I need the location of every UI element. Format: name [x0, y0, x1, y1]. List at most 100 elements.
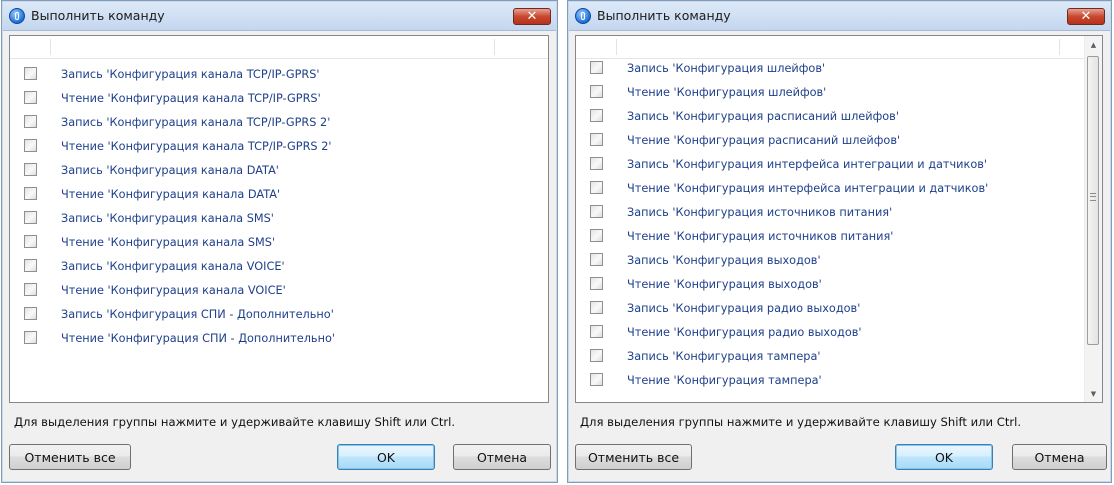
command-label: Чтение 'Конфигурация СПИ - Дополнительно… [61, 332, 335, 345]
command-label: Запись 'Конфигурация канала DATA' [61, 164, 279, 177]
row-checkbox[interactable] [24, 283, 37, 296]
command-label: Чтение 'Конфигурация канала SMS' [61, 236, 276, 249]
cancel-all-button[interactable]: Отменить все [9, 444, 131, 470]
command-label: Чтение 'Конфигурация выходов' [627, 278, 822, 291]
list-item[interactable]: Запись 'Конфигурация источников питания' [576, 201, 1102, 225]
list-header [576, 36, 1102, 59]
list-item[interactable]: Чтение 'Конфигурация СПИ - Дополнительно… [10, 327, 548, 351]
row-checkbox[interactable] [24, 163, 37, 176]
row-checkbox[interactable] [24, 91, 37, 104]
header-separator[interactable] [50, 39, 51, 55]
command-dialog-left: Выполнить команду ✕ Запись 'Конфигурация… [1, 0, 558, 483]
command-label: Чтение 'Конфигурация шлейфов' [627, 86, 827, 99]
list-item[interactable]: Чтение 'Конфигурация шлейфов' [576, 81, 1102, 105]
row-checkbox[interactable] [24, 67, 37, 80]
row-checkbox[interactable] [590, 133, 603, 146]
row-checkbox[interactable] [590, 181, 603, 194]
command-label: Чтение 'Конфигурация канала TCP/IP-GPRS … [61, 140, 332, 153]
command-label: Запись 'Конфигурация тампера' [627, 350, 821, 363]
row-checkbox[interactable] [24, 115, 37, 128]
dialog-title: Выполнить команду [597, 8, 731, 23]
list-item[interactable]: Чтение 'Конфигурация канала TCP/IP-GPRS' [10, 87, 548, 111]
list-item[interactable]: Запись 'Конфигурация выходов' [576, 249, 1102, 273]
list-item[interactable]: Чтение 'Конфигурация канала SMS' [10, 231, 548, 255]
command-label: Запись 'Конфигурация интерфейса интеграц… [627, 158, 988, 171]
header-separator[interactable] [494, 39, 495, 55]
scroll-up-icon[interactable]: ▲ [1085, 36, 1102, 53]
list-item[interactable]: Чтение 'Конфигурация канала DATA' [10, 183, 548, 207]
scroll-thumb[interactable] [1087, 56, 1099, 345]
command-label: Запись 'Конфигурация шлейфов' [627, 62, 826, 75]
row-checkbox[interactable] [590, 109, 603, 122]
title-bar[interactable]: Выполнить команду ✕ [569, 2, 1110, 31]
command-list[interactable]: Запись 'Конфигурация шлейфов' Чтение 'Кон… [575, 35, 1103, 403]
row-checkbox[interactable] [590, 349, 603, 362]
row-checkbox[interactable] [24, 331, 37, 344]
close-button[interactable]: ✕ [513, 8, 551, 25]
selection-hint: Для выделения группы нажмите и удерживай… [14, 415, 456, 429]
row-checkbox[interactable] [590, 61, 603, 74]
row-checkbox[interactable] [24, 187, 37, 200]
list-item[interactable]: Чтение 'Конфигурация выходов' [576, 273, 1102, 297]
row-checkbox[interactable] [24, 235, 37, 248]
row-checkbox[interactable] [590, 301, 603, 314]
row-checkbox[interactable] [24, 139, 37, 152]
list-item[interactable]: Запись 'Конфигурация тампера' [576, 345, 1102, 369]
row-checkbox[interactable] [24, 307, 37, 320]
command-label: Чтение 'Конфигурация расписаний шлейфов' [627, 134, 901, 147]
cancel-button[interactable]: Отмена [1012, 444, 1107, 470]
row-checkbox[interactable] [590, 157, 603, 170]
command-label: Чтение 'Конфигурация радио выходов' [627, 326, 862, 339]
list-item[interactable]: Чтение 'Конфигурация канала VOICE' [10, 279, 548, 303]
list-item[interactable]: Запись 'Конфигурация канала SMS' [10, 207, 548, 231]
list-item[interactable]: Чтение 'Конфигурация источников питания' [576, 225, 1102, 249]
list-item[interactable]: Чтение 'Конфигурация расписаний шлейфов' [576, 129, 1102, 153]
list-item[interactable]: Запись 'Конфигурация СПИ - Дополнительно… [10, 303, 548, 327]
command-dialog-right: Выполнить команду ✕ Запись 'Конфигурация… [567, 0, 1112, 483]
command-label: Чтение 'Конфигурация канала VOICE' [61, 284, 286, 297]
list-item[interactable]: Запись 'Конфигурация расписаний шлейфов' [576, 105, 1102, 129]
header-separator[interactable] [1059, 39, 1060, 55]
ok-button[interactable]: OK [895, 444, 993, 470]
list-item[interactable]: Запись 'Конфигурация шлейфов' [576, 57, 1102, 81]
list-item[interactable]: Запись 'Конфигурация канала TCP/IP-GPRS … [10, 111, 548, 135]
list-item[interactable]: Чтение 'Конфигурация канала TCP/IP-GPRS … [10, 135, 548, 159]
command-list[interactable]: Запись 'Конфигурация канала TCP/IP-GPRS'… [9, 35, 549, 403]
row-checkbox[interactable] [590, 373, 603, 386]
list-item[interactable]: Чтение 'Конфигурация радио выходов' [576, 321, 1102, 345]
app-icon [9, 8, 25, 24]
row-checkbox[interactable] [590, 253, 603, 266]
command-label: Чтение 'Конфигурация канала DATA' [61, 188, 281, 201]
row-checkbox[interactable] [590, 205, 603, 218]
command-label: Запись 'Конфигурация СПИ - Дополнительно… [61, 308, 334, 321]
row-checkbox[interactable] [24, 259, 37, 272]
list-item[interactable]: Запись 'Конфигурация канала VOICE' [10, 255, 548, 279]
row-checkbox[interactable] [590, 85, 603, 98]
close-button[interactable]: ✕ [1067, 8, 1105, 25]
row-checkbox[interactable] [590, 325, 603, 338]
list-item[interactable]: Запись 'Конфигурация канала TCP/IP-GPRS' [10, 63, 548, 87]
title-bar[interactable]: Выполнить команду ✕ [3, 2, 556, 31]
cancel-all-button[interactable]: Отменить все [575, 444, 692, 470]
app-icon [575, 8, 591, 24]
command-label: Запись 'Конфигурация радио выходов' [627, 302, 861, 315]
command-label: Чтение 'Конфигурация канала TCP/IP-GPRS' [61, 92, 321, 105]
list-item[interactable]: Запись 'Конфигурация канала DATA' [10, 159, 548, 183]
cancel-button[interactable]: Отмена [453, 444, 551, 470]
close-icon: ✕ [526, 9, 538, 24]
list-item[interactable]: Запись 'Конфигурация радио выходов' [576, 297, 1102, 321]
vertical-scrollbar[interactable]: ▲ ▼ [1084, 36, 1102, 402]
close-icon: ✕ [1080, 9, 1092, 24]
command-label: Запись 'Конфигурация источников питания' [627, 206, 893, 219]
list-header [10, 36, 548, 59]
row-checkbox[interactable] [24, 211, 37, 224]
header-separator[interactable] [616, 39, 617, 55]
dialog-title: Выполнить команду [31, 8, 165, 23]
list-item[interactable]: Запись 'Конфигурация интерфейса интеграц… [576, 153, 1102, 177]
list-item[interactable]: Чтение 'Конфигурация интерфейса интеграц… [576, 177, 1102, 201]
ok-button[interactable]: OK [337, 444, 435, 470]
row-checkbox[interactable] [590, 277, 603, 290]
scroll-down-icon[interactable]: ▼ [1085, 385, 1102, 402]
row-checkbox[interactable] [590, 229, 603, 242]
list-item[interactable]: Чтение 'Конфигурация тампера' [576, 369, 1102, 393]
